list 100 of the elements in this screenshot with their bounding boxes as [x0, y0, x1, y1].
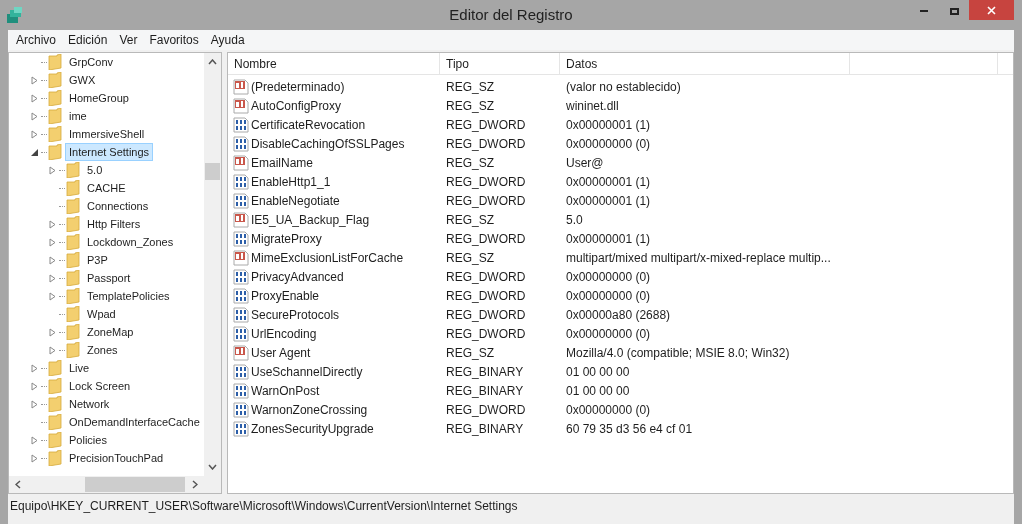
- folder-icon: [66, 234, 80, 250]
- scroll-up-icon[interactable]: [208, 59, 217, 65]
- tree-item[interactable]: ZoneMap: [83, 323, 138, 341]
- value-data: 0x00000001 (1): [565, 173, 652, 191]
- binary-value-icon: [233, 306, 249, 323]
- binary-value-icon: [233, 401, 249, 418]
- menu-item[interactable]: Favoritos: [143, 31, 205, 49]
- tree-item[interactable]: OnDemandInterfaceCache: [65, 413, 204, 431]
- value-data: 0x00000000 (0): [565, 325, 652, 343]
- folder-icon: [48, 414, 62, 430]
- folder-icon: [48, 54, 62, 70]
- tree-item[interactable]: Passport: [83, 269, 135, 287]
- value-data: 0x00000001 (1): [565, 230, 652, 248]
- value-type: REG_BINARY: [445, 420, 525, 438]
- menu-item[interactable]: Edición: [62, 31, 114, 49]
- vertical-scrollbar[interactable]: [204, 53, 221, 476]
- menu-item[interactable]: Ver: [113, 31, 144, 49]
- value-name: IE5_UA_Backup_Flag: [251, 211, 370, 229]
- tree-item[interactable]: ime: [65, 107, 91, 125]
- tree-item[interactable]: GWX: [65, 71, 100, 89]
- value-type: REG_SZ: [445, 344, 495, 362]
- menu-item[interactable]: Archivo: [10, 31, 62, 49]
- column-header[interactable]: Datos: [560, 53, 850, 74]
- tree-item[interactable]: Lock Screen: [65, 377, 135, 395]
- folder-icon: [66, 252, 80, 268]
- value-name: WarnonZoneCrossing: [251, 401, 368, 419]
- value-data: 0x00000000 (0): [565, 287, 652, 305]
- value-data: 5.0: [565, 211, 584, 229]
- binary-value-icon: [233, 363, 249, 380]
- value-type: REG_DWORD: [445, 306, 527, 324]
- value-name: EnableNegotiate: [251, 192, 340, 210]
- binary-value-icon: [233, 173, 249, 190]
- scrollbar-thumb[interactable]: [205, 163, 220, 180]
- scrollbar-thumb[interactable]: [85, 477, 185, 492]
- binary-value-icon: [233, 287, 249, 304]
- value-data: multipart/mixed multipart/x-mixed-replace multip...: [565, 249, 832, 267]
- menu-item[interactable]: Ayuda: [204, 31, 251, 49]
- tree-item[interactable]: Lockdown_Zones: [83, 233, 178, 251]
- value-name: EnableHttp1_1: [251, 173, 331, 191]
- value-type: REG_DWORD: [445, 135, 527, 153]
- value-data: (valor no establecido): [565, 78, 682, 96]
- binary-value-icon: [233, 116, 249, 133]
- folder-icon: [48, 144, 62, 160]
- binary-value-icon: [233, 420, 249, 437]
- value-name: UrlEncoding: [251, 325, 317, 343]
- tree-item[interactable]: 5.0: [83, 161, 107, 179]
- tree-item[interactable]: GrpConv: [65, 53, 118, 71]
- tree-item[interactable]: CACHE: [83, 179, 130, 197]
- folder-icon: [48, 360, 62, 376]
- value-data: Mozilla/4.0 (compatible; MSIE 8.0; Win32): [565, 344, 791, 362]
- value-data: 01 00 00 00: [565, 363, 631, 381]
- scroll-left-icon[interactable]: [15, 480, 21, 489]
- tree-item[interactable]: Connections: [83, 197, 153, 215]
- value-type: REG_BINARY: [445, 363, 525, 381]
- tree-item[interactable]: P3P: [83, 251, 112, 269]
- value-name: ZonesSecurityUpgrade: [251, 420, 374, 438]
- value-type: REG_DWORD: [445, 287, 527, 305]
- binary-value-icon: [233, 135, 249, 152]
- folder-icon: [48, 72, 62, 88]
- value-name: User Agent: [251, 344, 311, 362]
- folder-icon: [66, 306, 80, 322]
- value-type: REG_SZ: [445, 249, 495, 267]
- value-name: UseSchannelDirectly: [251, 363, 363, 381]
- tree-item[interactable]: Network: [65, 395, 114, 413]
- value-type: REG_SZ: [445, 211, 495, 229]
- horizontal-scrollbar[interactable]: [9, 476, 221, 493]
- value-data: 0x00000000 (0): [565, 401, 652, 419]
- value-name: ProxyEnable: [251, 287, 320, 305]
- tree-item[interactable]: Wpad: [83, 305, 120, 323]
- tree-item[interactable]: PrecisionTouchPad: [65, 449, 168, 467]
- folder-icon: [66, 288, 80, 304]
- tree-item[interactable]: HomeGroup: [65, 89, 133, 107]
- collapse-arrow-icon[interactable]: [31, 147, 39, 157]
- column-header[interactable]: Tipo: [440, 53, 560, 74]
- tree-item[interactable]: Policies: [65, 431, 111, 449]
- scroll-right-icon[interactable]: [192, 480, 198, 489]
- registry-editor-icon: [6, 6, 24, 24]
- folder-icon: [48, 450, 62, 466]
- binary-value-icon: [233, 325, 249, 342]
- value-data: 60 79 35 d3 56 e4 cf 01: [565, 420, 694, 438]
- binary-value-icon: [233, 192, 249, 209]
- value-type: REG_DWORD: [445, 401, 527, 419]
- column-header[interactable]: Nombre: [228, 53, 440, 74]
- tree-item[interactable]: ImmersiveShell: [65, 125, 149, 143]
- scroll-down-icon[interactable]: [208, 464, 217, 470]
- string-value-icon: [233, 154, 249, 171]
- tree-item[interactable]: Live: [65, 359, 94, 377]
- string-value-icon: [233, 344, 249, 361]
- string-value-icon: [233, 97, 249, 114]
- tree-item[interactable]: TemplatePolicies: [83, 287, 174, 305]
- folder-icon: [66, 270, 80, 286]
- folder-icon: [48, 432, 62, 448]
- value-name: AutoConfigProxy: [251, 97, 342, 115]
- value-name: MigrateProxy: [251, 230, 322, 248]
- tree-item[interactable]: Internet Settings: [65, 143, 154, 161]
- value-name: MimeExclusionListForCache: [251, 249, 404, 267]
- tree-item[interactable]: Http Filters: [83, 215, 145, 233]
- folder-icon: [48, 396, 62, 412]
- expand-arrow-icon[interactable]: [49, 165, 57, 175]
- tree-item[interactable]: Zones: [83, 341, 122, 359]
